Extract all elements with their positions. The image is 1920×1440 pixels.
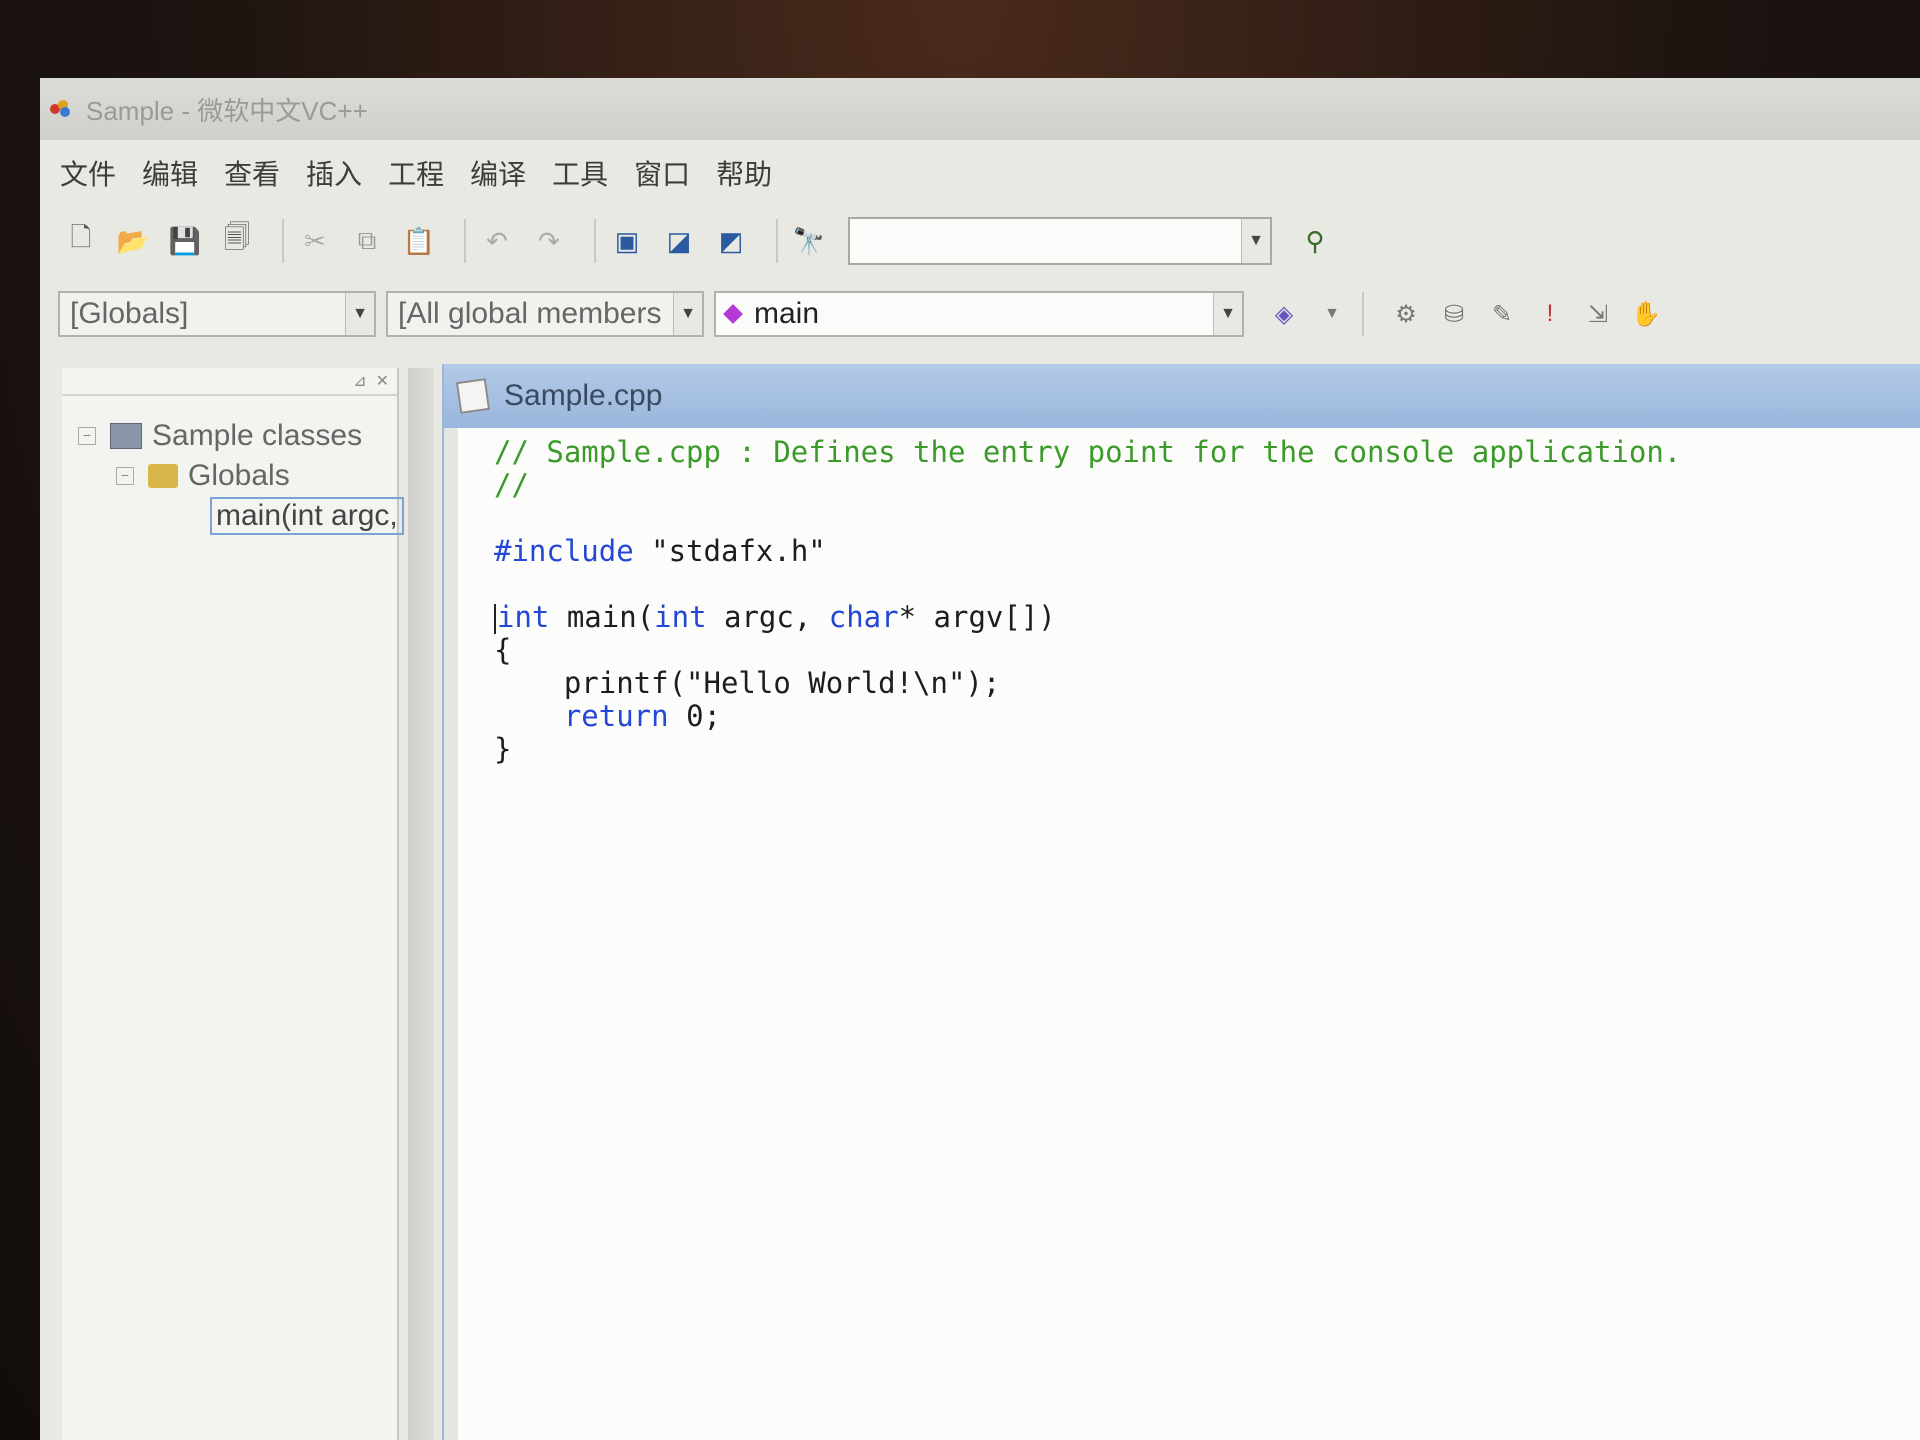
find-in-files-icon[interactable]: 🔭 (790, 222, 828, 260)
menu-project[interactable]: 工程 (388, 153, 444, 193)
function-icon (193, 511, 203, 521)
paste-icon[interactable]: 📋 (400, 222, 438, 260)
save-icon[interactable]: 💾 (166, 222, 204, 260)
toolbar-separator (776, 219, 778, 263)
tree-item-main[interactable]: main(int argc, (78, 496, 404, 536)
include-path: "stdafx.h" (633, 534, 826, 568)
code-line: int main(int argc, char* argv[]) (494, 601, 1681, 634)
menu-file[interactable]: 文件 (60, 153, 116, 193)
menu-window[interactable]: 窗口 (634, 153, 690, 193)
new-file-icon[interactable]: 🗋 (62, 222, 100, 260)
class-combo[interactable]: [Globals] ▼ (58, 291, 376, 337)
save-all-icon[interactable]: 🗐 (218, 222, 256, 260)
dock-icon[interactable]: ⊿ (353, 371, 366, 391)
code-line: printf("Hello World!\n"); (494, 666, 1001, 700)
code-line: { (494, 633, 512, 667)
build-icon[interactable]: ⛁ (1436, 296, 1472, 332)
code-line: } (494, 732, 512, 766)
stop-build-icon[interactable]: ✎ (1484, 296, 1520, 332)
redo-icon[interactable]: ↷ (530, 222, 568, 260)
window-titlebar: Sample - 微软中文VC++ (40, 78, 1920, 140)
undo-icon[interactable]: ↶ (478, 222, 516, 260)
chevron-down-icon[interactable]: ▼ (345, 293, 374, 335)
filter-combo[interactable]: [All global members ▼ (386, 291, 704, 337)
toolbar-separator (594, 219, 596, 263)
open-folder-icon[interactable]: 📂 (114, 222, 152, 260)
find-combo-box[interactable]: ▼ (848, 217, 1272, 265)
code-line: #include "stdafx.h" (494, 535, 1681, 568)
close-icon[interactable]: ✕ (376, 371, 389, 391)
editor-title: Sample.cpp (504, 379, 663, 412)
menu-insert[interactable]: 插入 (306, 153, 362, 193)
wizard-bar: [Globals] ▼ [All global members ▼ main ▼… (40, 283, 1920, 345)
code-line: ​ (494, 502, 1681, 535)
collapse-icon[interactable]: − (78, 427, 96, 445)
workspace-header: ⊿ ✕ (62, 368, 397, 396)
compile-icon[interactable]: ⚙ (1388, 296, 1424, 332)
menu-help[interactable]: 帮助 (716, 153, 772, 193)
text-caret (494, 604, 496, 634)
window-list-icon[interactable]: ◩ (712, 222, 750, 260)
code-line: return 0; (563, 699, 721, 733)
cpp-file-icon (455, 378, 491, 414)
toolbar-separator (282, 219, 284, 263)
code-line: // Sample.cpp : Defines the entry point … (494, 435, 1682, 469)
window-title: Sample - 微软中文VC++ (86, 95, 368, 126)
search-icon[interactable]: ⚲ (1296, 222, 1334, 260)
app-icon (50, 100, 72, 118)
go-icon[interactable]: ⇲ (1580, 296, 1616, 332)
splitter[interactable] (408, 368, 434, 1440)
selection-margin[interactable] (444, 428, 458, 1440)
workspace-panel: ⊿ ✕ − Sample classes − Globals main(int … (62, 368, 404, 1440)
toolbar-separator (1362, 292, 1364, 336)
toolbar-separator (464, 219, 466, 263)
code-line: ​ (494, 568, 1681, 601)
tree-item-classes[interactable]: − Sample classes (78, 416, 397, 456)
ide-screen: Sample - 微软中文VC++ 文件 编辑 查看 插入 工程 编译 工具 窗… (40, 78, 1920, 1440)
chevron-down-icon[interactable]: ▼ (1241, 219, 1270, 263)
preprocessor-token: #include (494, 534, 634, 568)
code-text[interactable]: // Sample.cpp : Defines the entry point … (494, 436, 1681, 766)
function-icon (723, 304, 743, 324)
wizard-action-icon[interactable]: ◈ (1266, 296, 1302, 332)
collapse-icon[interactable]: − (116, 467, 134, 485)
member-combo[interactable]: main ▼ (714, 291, 1244, 337)
chevron-down-icon[interactable]: ▼ (1213, 293, 1242, 335)
execute-icon[interactable]: ! (1532, 296, 1568, 332)
code-editor[interactable]: // Sample.cpp : Defines the entry point … (444, 428, 1920, 1440)
editor-titlebar: Sample.cpp (444, 364, 1920, 428)
tree-item-globals[interactable]: − Globals (78, 456, 397, 496)
menu-view[interactable]: 查看 (224, 153, 280, 193)
menu-edit[interactable]: 编辑 (142, 153, 198, 193)
menu-build[interactable]: 编译 (470, 153, 526, 193)
chevron-down-icon[interactable]: ▼ (1314, 296, 1350, 332)
copy-icon[interactable]: ⧉ (348, 222, 386, 260)
menu-tools[interactable]: 工具 (552, 153, 608, 193)
menu-bar: 文件 编辑 查看 插入 工程 编译 工具 窗口 帮助 (40, 148, 1920, 198)
standard-toolbar: 🗋 📂 💾 🗐 ✂ ⧉ 📋 ↶ ↷ ▣ ◪ ◩ 🔭 ▼ ⚲ (40, 206, 1920, 276)
cut-icon[interactable]: ✂ (296, 222, 334, 260)
folder-icon (148, 464, 178, 488)
class-view-icon (110, 423, 142, 449)
chevron-down-icon[interactable]: ▼ (673, 293, 702, 335)
output-window-icon[interactable]: ◪ (660, 222, 698, 260)
code-line: // (494, 468, 529, 502)
breakpoint-icon[interactable]: ✋ (1628, 296, 1664, 332)
workspace-icon[interactable]: ▣ (608, 222, 646, 260)
editor-window: Sample.cpp // Sample.cpp : Defines the e… (442, 364, 1920, 1440)
